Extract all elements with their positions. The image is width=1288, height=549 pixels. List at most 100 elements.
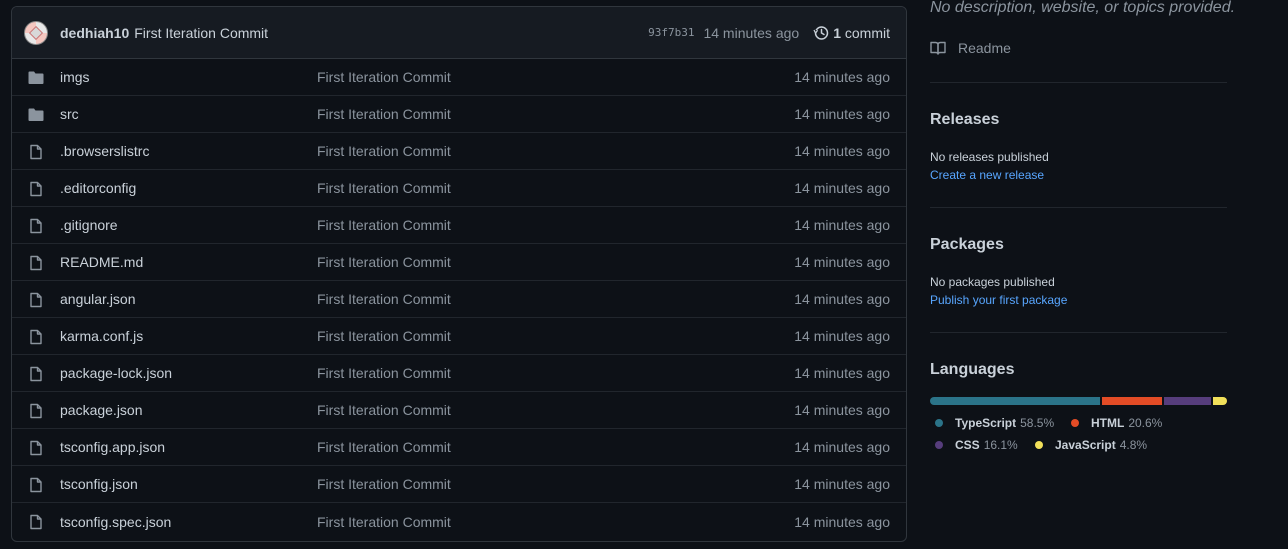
file-commit-message-link[interactable]: First Iteration Commit	[317, 328, 451, 344]
commit-count-label: commit	[844, 24, 890, 41]
file-icon	[28, 218, 44, 234]
commit-author-link[interactable]: dedhiah10	[60, 25, 129, 41]
file-commit-time: 14 minutes ago	[794, 180, 890, 196]
file-commit-time: 14 minutes ago	[794, 143, 890, 159]
file-commit-message-link[interactable]: First Iteration Commit	[317, 254, 451, 270]
file-row[interactable]: package-lock.json First Iteration Commit 1…	[12, 355, 906, 392]
file-commit-message-link[interactable]: First Iteration Commit	[317, 439, 451, 455]
file-name-link[interactable]: angular.json	[60, 291, 136, 307]
file-icon	[28, 477, 44, 493]
file-name-link[interactable]: tsconfig.app.json	[60, 439, 165, 455]
file-commit-message-link[interactable]: First Iteration Commit	[317, 69, 451, 85]
sidebar-divider	[930, 332, 1227, 333]
languages-title: Languages	[930, 361, 1015, 378]
file-browser: dedhiah10 First Iteration Commit 93f7b31…	[11, 6, 907, 542]
file-icon	[28, 255, 44, 271]
file-row[interactable]: tsconfig.json First Iteration Commit 14 mi…	[12, 466, 906, 503]
file-name-link[interactable]: tsconfig.json	[60, 476, 138, 492]
file-row[interactable]: .gitignore First Iteration Commit 14 minut…	[12, 207, 906, 244]
releases-status: No releases published	[930, 150, 1049, 164]
file-row[interactable]: .browserslistrc First Iteration Commit 14 …	[12, 133, 906, 170]
file-commit-time: 14 minutes ago	[794, 513, 890, 530]
language-item[interactable]: TypeScript 58.5%	[935, 416, 1054, 430]
commit-sha-link[interactable]: 93f7b31	[648, 26, 694, 39]
file-commit-message-link[interactable]: First Iteration Commit	[317, 291, 451, 307]
language-item[interactable]: HTML 20.6%	[1071, 416, 1162, 430]
packages-title[interactable]: Packages	[930, 236, 1004, 254]
language-name: JavaScript	[1055, 438, 1116, 452]
language-percent: 20.6%	[1128, 416, 1163, 430]
file-name-link[interactable]: .gitignore	[60, 217, 118, 233]
language-name: TypeScript	[955, 416, 1017, 430]
publish-package-link[interactable]: Publish your first package	[930, 293, 1067, 307]
commit-message-link[interactable]: First Iteration Commit	[134, 25, 268, 41]
releases-title[interactable]: Releases	[930, 111, 999, 129]
file-commit-message-link[interactable]: First Iteration Commit	[317, 180, 451, 196]
language-item[interactable]: CSS 16.1%	[935, 438, 1018, 452]
file-name-link[interactable]: .editorconfig	[60, 180, 136, 196]
file-row[interactable]: tsconfig.app.json First Iteration Commit 1…	[12, 429, 906, 466]
file-row[interactable]: package.json First Iteration Commit 14 min…	[12, 392, 906, 429]
file-name-link[interactable]: tsconfig.spec.json	[60, 514, 171, 530]
file-row[interactable]: .editorconfig First Iteration Commit 14 mi…	[12, 170, 906, 207]
file-commit-time: 14 minutes ago	[794, 106, 890, 122]
folder-icon	[28, 70, 44, 86]
create-release-link[interactable]: Create a new release	[930, 168, 1044, 182]
file-name-link[interactable]: package-lock.json	[60, 365, 172, 381]
latest-commit-bar: dedhiah10 First Iteration Commit 93f7b31…	[12, 7, 906, 59]
file-row[interactable]: angular.json First Iteration Commit 14 min…	[12, 281, 906, 318]
language-bar-segment[interactable]	[1213, 397, 1227, 405]
file-name-link[interactable]: imgs	[60, 69, 90, 85]
readme-link[interactable]: Readme	[930, 40, 1011, 56]
file-commit-message-link[interactable]: First Iteration Commit	[317, 514, 451, 530]
file-name-link[interactable]: src	[60, 106, 79, 122]
sidebar-divider	[930, 82, 1227, 83]
file-commit-message-link[interactable]: First Iteration Commit	[317, 476, 451, 492]
file-row[interactable]: src First Iteration Commit 14 minutes ago	[12, 96, 906, 133]
file-row[interactable]: karma.conf.js First Iteration Commit 14 mi…	[12, 318, 906, 355]
language-bar-segment[interactable]	[1164, 397, 1211, 405]
file-icon	[28, 440, 44, 456]
file-commit-time: 14 minutes ago	[794, 365, 890, 381]
file-commit-message-link[interactable]: First Iteration Commit	[317, 365, 451, 381]
language-bar-segment[interactable]	[930, 397, 1101, 405]
file-icon	[28, 329, 44, 345]
file-commit-time: 14 minutes ago	[794, 217, 890, 233]
language-bar-segment[interactable]	[1102, 397, 1163, 405]
file-commit-time: 14 minutes ago	[794, 439, 890, 455]
file-commit-time: 14 minutes ago	[794, 291, 890, 307]
file-commit-time: 14 minutes ago	[794, 402, 890, 418]
file-commit-message-link[interactable]: First Iteration Commit	[317, 217, 451, 233]
file-name-link[interactable]: README.md	[60, 254, 143, 270]
file-icon	[28, 181, 44, 197]
file-row[interactable]: imgs First Iteration Commit 14 minutes ago	[12, 59, 906, 96]
history-icon[interactable]	[813, 25, 829, 41]
author-avatar[interactable]	[24, 20, 48, 45]
file-commit-time: 14 minutes ago	[794, 328, 890, 344]
packages-status: No packages published	[930, 275, 1055, 289]
about-description: No description, website, or topics provi…	[930, 0, 1236, 16]
folder-icon	[28, 107, 44, 123]
file-row[interactable]: README.md First Iteration Commit 14 minute…	[12, 244, 906, 281]
commits-link[interactable]: 1 commit	[833, 25, 890, 41]
language-color-dot	[935, 419, 943, 427]
file-commit-message-link[interactable]: First Iteration Commit	[317, 106, 451, 122]
language-item[interactable]: JavaScript 4.8%	[1035, 438, 1147, 452]
file-commit-message-link[interactable]: First Iteration Commit	[317, 402, 451, 418]
language-bar	[930, 397, 1227, 405]
file-row[interactable]: tsconfig.spec.json First Iteration Commit…	[12, 503, 906, 540]
language-percent: 58.5%	[1020, 416, 1055, 430]
commit-time: 14 minutes ago	[703, 24, 800, 41]
file-icon	[28, 403, 44, 419]
file-commit-message-link[interactable]: First Iteration Commit	[317, 143, 451, 159]
file-list: imgs First Iteration Commit 14 minutes ago…	[12, 59, 906, 540]
language-name: CSS	[955, 438, 980, 452]
language-color-dot	[1071, 419, 1079, 427]
file-icon	[28, 292, 44, 308]
language-percent: 16.1%	[983, 438, 1018, 452]
file-name-link[interactable]: karma.conf.js	[60, 328, 143, 344]
language-percent: 4.8%	[1119, 438, 1148, 452]
file-name-link[interactable]: package.json	[60, 402, 143, 418]
file-name-link[interactable]: .browserslistrc	[60, 143, 149, 159]
sidebar-divider	[930, 207, 1227, 208]
